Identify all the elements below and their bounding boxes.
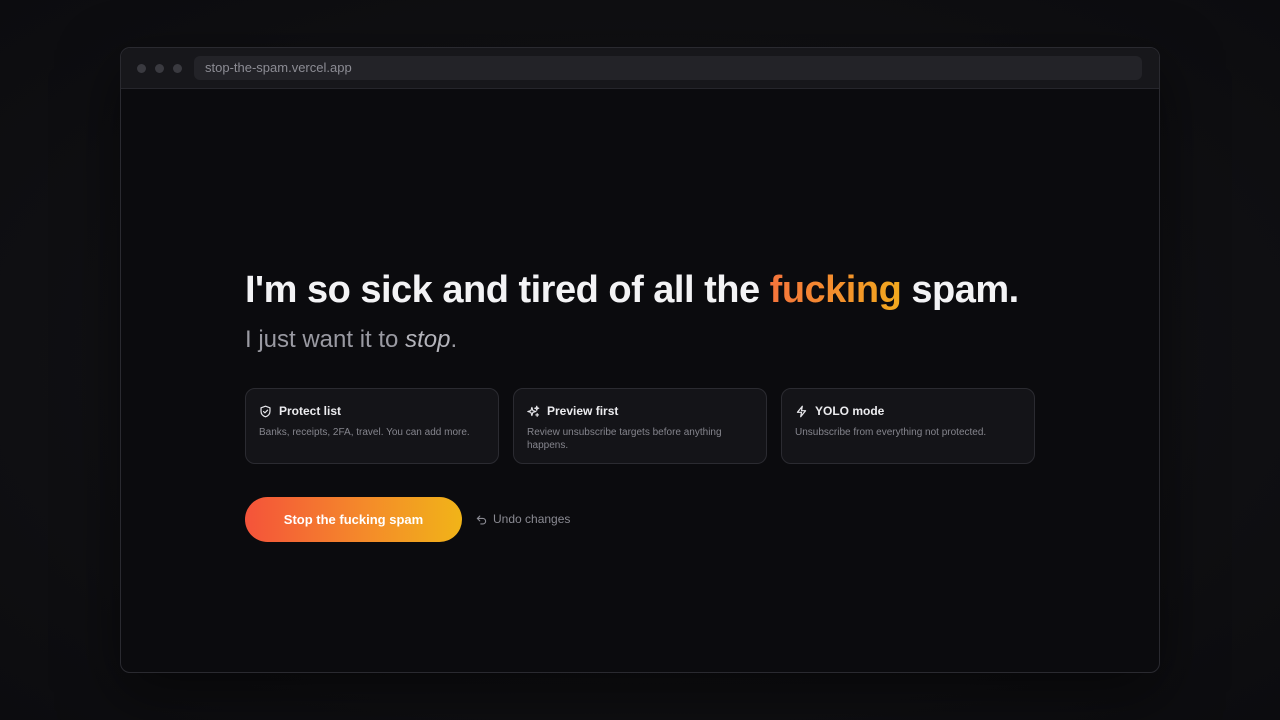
card-description: Unsubscribe from everything not protecte…	[795, 427, 987, 438]
card-yolo-mode[interactable]: YOLO mode Unsubscribe from everything no…	[781, 388, 1035, 464]
lightning-icon	[795, 405, 808, 418]
browser-titlebar: stop-the-spam.vercel.app	[121, 48, 1159, 89]
subheadline-text-end: .	[450, 326, 458, 353]
undo-label: Undo changes	[493, 512, 571, 526]
undo-arrow-icon	[476, 514, 487, 525]
subheadline-emphasis: stop	[405, 326, 451, 353]
headline-text-start: I'm so sick and tired of all the	[245, 269, 770, 311]
card-header: Preview first	[527, 403, 753, 419]
feature-cards: Protect list Banks, receipts, 2FA, trave…	[245, 388, 1037, 464]
page-backdrop: stop-the-spam.vercel.app I'm so sick and…	[0, 0, 1280, 720]
undo-changes-link[interactable]: Undo changes	[476, 511, 570, 527]
card-protect-list[interactable]: Protect list Banks, receipts, 2FA, trave…	[245, 388, 499, 464]
card-title: Preview first	[547, 404, 619, 418]
page-content: I'm so sick and tired of all the fucking…	[121, 89, 1159, 672]
subheadline-text-start: I just want it to	[245, 326, 406, 353]
card-header: YOLO mode	[795, 403, 1021, 419]
window-minimize-dot[interactable]	[155, 64, 164, 73]
card-description: Review unsubscribe targets before anythi…	[527, 427, 722, 451]
headline-text-end: spam.	[901, 269, 1019, 311]
address-bar[interactable]: stop-the-spam.vercel.app	[194, 56, 1142, 80]
card-title: YOLO mode	[815, 404, 885, 418]
hero-headline: I'm so sick and tired of all the fucking…	[245, 269, 1019, 312]
hero-subheadline: I just want it to stop.	[245, 326, 457, 354]
stop-spam-button[interactable]: Stop the fucking spam	[245, 497, 462, 542]
browser-window: stop-the-spam.vercel.app I'm so sick and…	[120, 47, 1160, 673]
card-preview-first[interactable]: Preview first Review unsubscribe targets…	[513, 388, 767, 464]
card-title: Protect list	[279, 404, 342, 418]
card-description: Banks, receipts, 2FA, travel. You can ad…	[259, 427, 470, 438]
window-close-dot[interactable]	[137, 64, 146, 73]
window-maximize-dot[interactable]	[173, 64, 182, 73]
shield-check-icon	[259, 405, 272, 418]
headline-accent-word: fucking	[769, 269, 902, 311]
card-header: Protect list	[259, 403, 485, 419]
sparkles-icon	[527, 405, 540, 418]
